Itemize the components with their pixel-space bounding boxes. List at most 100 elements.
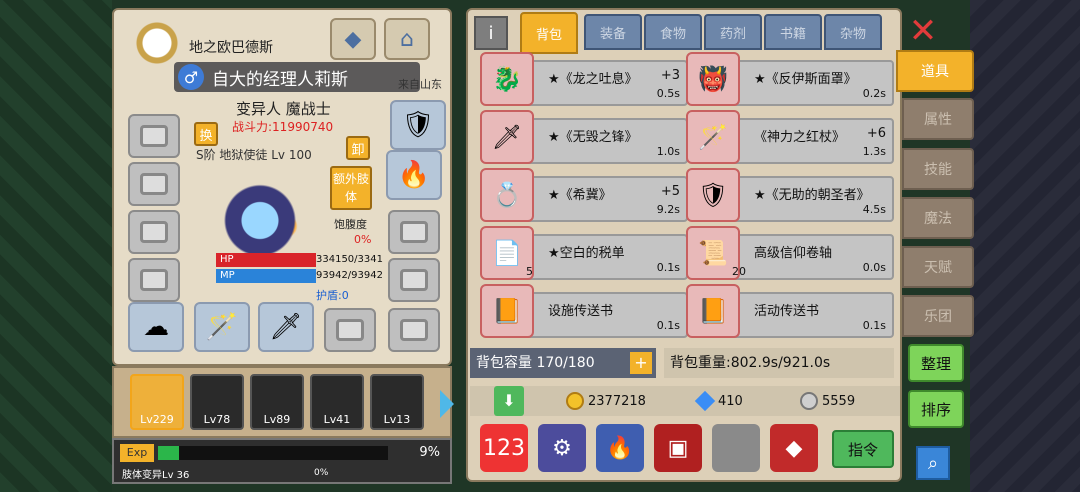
- emerald-icon[interactable]: ◆: [770, 424, 818, 472]
- side-tab-items[interactable]: 道具: [896, 50, 974, 92]
- inventory-item[interactable]: 🪄 《神力之红杖》 +6 1.3s: [686, 110, 894, 164]
- character-origin: 来自山东: [398, 78, 442, 91]
- close-icon[interactable]: ✕: [906, 14, 940, 48]
- side-tab-attributes[interactable]: 属性: [902, 98, 974, 140]
- capacity-text: 背包容量 170/180: [476, 355, 595, 371]
- party-member[interactable]: Lv41: [310, 374, 364, 430]
- locked-slot[interactable]: [128, 258, 180, 302]
- armor-icon: 🛡: [686, 168, 740, 222]
- command-button[interactable]: 指令: [832, 430, 894, 468]
- accessory-gear-slot[interactable]: ☁: [128, 302, 184, 352]
- locked-slot[interactable]: [388, 308, 440, 352]
- arrange-button[interactable]: 整理: [908, 344, 964, 382]
- locked-slot[interactable]: [128, 210, 180, 254]
- item-weight: 0.1s: [862, 319, 886, 332]
- extra-limb-button[interactable]: 额外肢体: [330, 166, 372, 210]
- lock-icon: [140, 125, 168, 147]
- sort-button[interactable]: 排序: [908, 390, 964, 428]
- sword-icon: 🗡: [480, 110, 534, 164]
- combat-power: 战斗力:11990740: [232, 120, 334, 134]
- cloud-icon: ☁: [143, 312, 169, 342]
- side-tab-talent[interactable]: 天赋: [902, 246, 974, 288]
- dragon-head-icon: 🐉: [480, 52, 534, 106]
- locked-slot[interactable]: [128, 162, 180, 206]
- info-icon[interactable]: i: [474, 16, 508, 50]
- side-tab-band[interactable]: 乐团: [902, 295, 974, 337]
- inventory-item[interactable]: 💍 ★《希冀》 +5 9.2s: [480, 168, 688, 222]
- inventory-item[interactable]: 📄 ★空白的税单 0.1s 5: [480, 226, 688, 280]
- inventory-item[interactable]: 🛡 ★《无助的朝圣者》 4.5s: [686, 168, 894, 222]
- shield-value: 护盾:0: [316, 289, 349, 302]
- character-name: 自大的经理人莉斯: [212, 69, 348, 90]
- party-member[interactable]: Lv13: [370, 374, 424, 430]
- next-arrow-icon[interactable]: [440, 390, 454, 418]
- tab-equipment[interactable]: 装备: [584, 14, 642, 50]
- lock-icon: [140, 173, 168, 195]
- weapon-gear-slot[interactable]: 🗡: [258, 302, 314, 352]
- numbers-icon[interactable]: 123: [480, 424, 528, 472]
- locked-slot[interactable]: [388, 258, 440, 302]
- body-mutation-level: 肢体变异Lv 36: [122, 470, 190, 481]
- tab-food[interactable]: 食物: [644, 14, 702, 50]
- chest-icon[interactable]: ▣: [654, 424, 702, 472]
- diamond-display: 410: [694, 390, 743, 412]
- ring-icon: 💍: [480, 168, 534, 222]
- wing-gear-slot[interactable]: 🔥: [386, 150, 442, 200]
- gold-display: 2377218: [566, 392, 646, 410]
- gear-skill-icon[interactable]: ⚙: [538, 424, 586, 472]
- satiety-value: 0%: [354, 233, 372, 246]
- empty-hex-slot[interactable]: [712, 424, 760, 472]
- crystal-icon[interactable]: ◆: [330, 18, 376, 60]
- locked-slot[interactable]: [324, 308, 376, 352]
- lock-icon: [140, 221, 168, 243]
- inventory-item[interactable]: 📜 高级信仰卷轴 0.0s 20: [686, 226, 894, 280]
- item-plus: +3: [660, 68, 680, 83]
- item-name: 高级信仰卷轴: [754, 246, 833, 261]
- party-member[interactable]: Lv78: [190, 374, 244, 430]
- character-title: 地之欧巴德斯: [189, 40, 273, 56]
- exp-percent: 9%: [419, 445, 440, 460]
- crest-gear-slot[interactable]: 🛡: [390, 100, 446, 150]
- member-level: Lv89: [263, 413, 291, 426]
- member-level: Lv41: [323, 413, 351, 426]
- lock-icon: [400, 269, 428, 291]
- download-icon[interactable]: ⬇: [494, 386, 524, 416]
- staff-icon: 🪄: [686, 110, 740, 164]
- gold-coin-icon: [566, 392, 584, 410]
- tab-backpack[interactable]: 背包: [520, 12, 578, 54]
- side-tab-magic[interactable]: 魔法: [902, 197, 974, 239]
- swap-button[interactable]: 换: [194, 122, 218, 146]
- inventory-item[interactable]: 📙 活动传送书 0.1s: [686, 284, 894, 338]
- tab-misc[interactable]: 杂物: [824, 14, 882, 50]
- character-name-bar: ♂ 自大的经理人莉斯: [174, 62, 420, 92]
- item-name: ★《无助的朝圣者》: [754, 188, 870, 203]
- mask-icon: 👹: [686, 52, 740, 106]
- locked-slot[interactable]: [388, 210, 440, 254]
- inventory-item[interactable]: 🗡 ★《无毁之锋》 1.0s: [480, 110, 688, 164]
- background-wall: [970, 0, 1080, 492]
- inventory-item[interactable]: 👹 ★《反伊斯面罩》 0.2s: [686, 52, 894, 106]
- item-name: 设施传送书: [548, 304, 614, 319]
- tab-potion[interactable]: 药剂: [704, 14, 762, 50]
- locked-slot[interactable]: [128, 114, 180, 158]
- item-name: ★《龙之吐息》: [548, 72, 638, 87]
- add-capacity-button[interactable]: +: [630, 352, 652, 374]
- item-plus: +5: [660, 184, 680, 199]
- item-weight: 1.3s: [862, 145, 886, 158]
- unequip-button[interactable]: 卸: [346, 136, 370, 160]
- staff-gear-slot[interactable]: 🪄: [194, 302, 250, 352]
- item-name: ★《希冀》: [548, 188, 612, 203]
- inventory-panel: i 背包 装备 食物 药剂 书籍 杂物 🐉 ★《龙之吐息》 +3 0.5s 👹 ★《反伊斯…: [466, 8, 902, 482]
- search-icon[interactable]: ⌕: [916, 446, 950, 480]
- party-member[interactable]: Lv229: [130, 374, 184, 430]
- exp-fill: [158, 446, 179, 460]
- flame-skill-icon[interactable]: 🔥: [596, 424, 644, 472]
- party-member[interactable]: Lv89: [250, 374, 304, 430]
- item-weight: 4.5s: [862, 203, 886, 216]
- party-strip: Lv229 Lv78 Lv89 Lv41 Lv13: [112, 366, 454, 438]
- side-tab-skills[interactable]: 技能: [902, 148, 974, 190]
- inventory-item[interactable]: 🐉 ★《龙之吐息》 +3 0.5s: [480, 52, 688, 106]
- tab-books[interactable]: 书籍: [764, 14, 822, 50]
- inventory-item[interactable]: 📙 设施传送书 0.1s: [480, 284, 688, 338]
- hanger-icon[interactable]: ⌂: [384, 18, 430, 60]
